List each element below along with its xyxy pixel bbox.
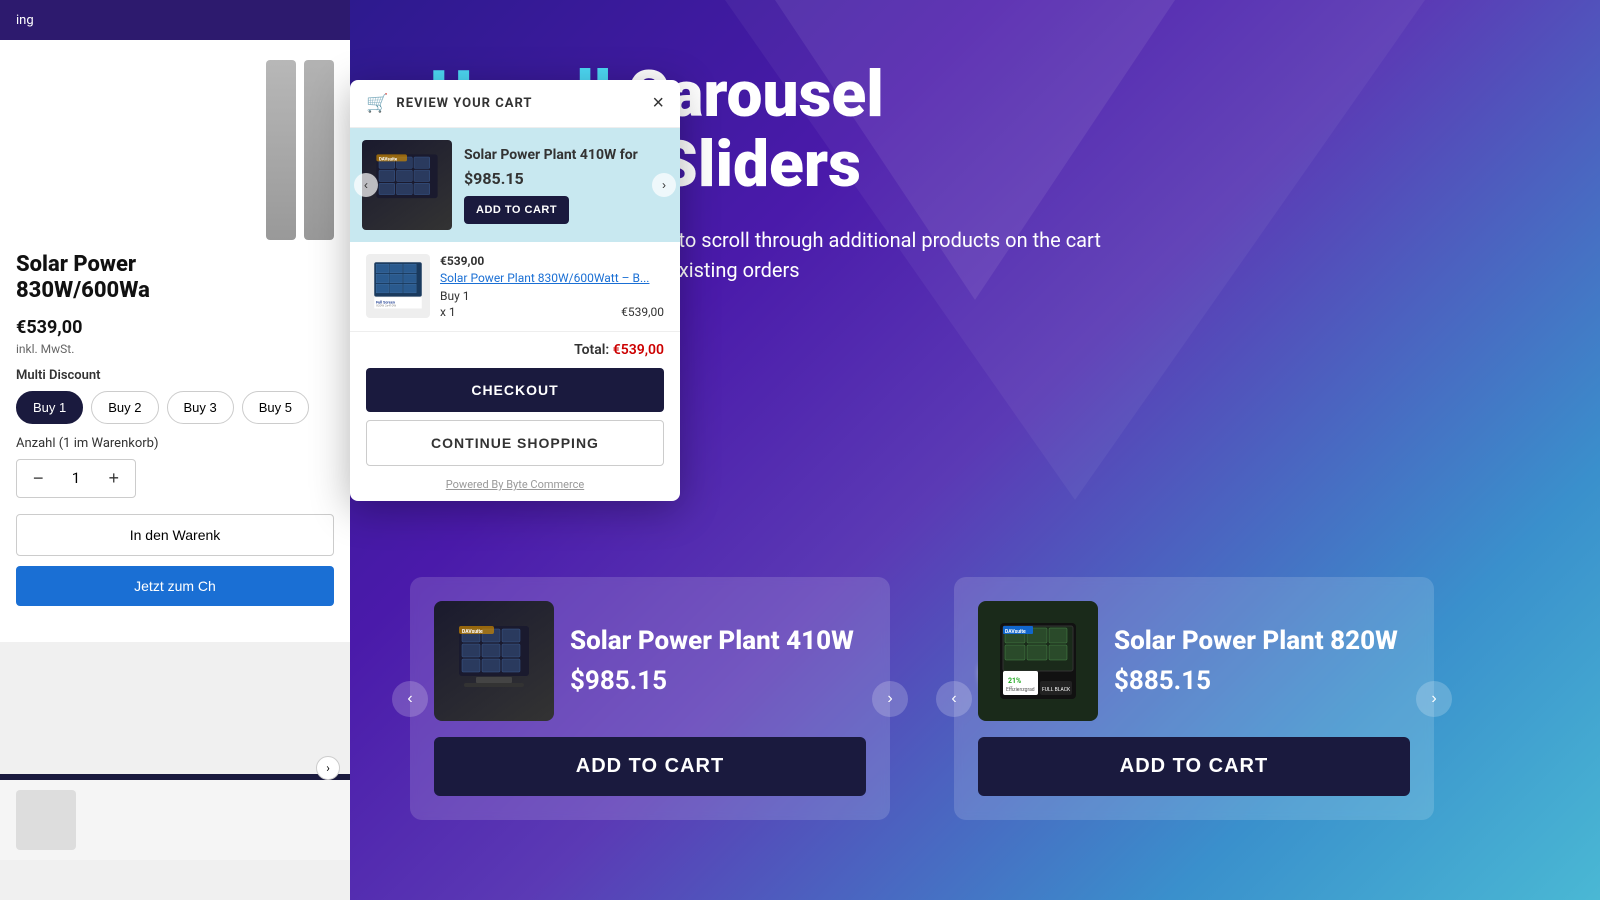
qty-decrease-btn[interactable]: − <box>33 468 44 489</box>
checkout-button[interactable]: CHECKOUT <box>366 368 664 412</box>
svg-text:820W 2x410W: 820W 2x410W <box>376 304 396 308</box>
total-amount: €539,00 <box>613 342 664 358</box>
carousel-2-info: Solar Power Plant 820W $885.15 <box>1114 626 1410 695</box>
carousel-2-name: Solar Power Plant 820W <box>1114 626 1410 657</box>
modal-solar-svg: DAVsuite <box>372 150 442 220</box>
cart-item-svg: Full Screen 820W 2x410W <box>373 261 423 311</box>
cart-item-qty: x 1 <box>440 305 456 319</box>
cart-item-row: Full Screen 820W 2x410W €539,00 Solar Po… <box>350 242 680 332</box>
carousel-2-price: $885.15 <box>1114 666 1410 696</box>
cart-item-qty-price: x 1 €539,00 <box>440 305 664 319</box>
carousel-1-price: $985.15 <box>570 666 866 696</box>
svg-text:Effizienzgrad: Effizienzgrad <box>1006 686 1035 693</box>
solar-panel-2-svg: DAVsuite 21% Effizienzgrad FULL BLACK <box>998 621 1078 701</box>
chevron-right-icon: › <box>326 761 330 775</box>
carousel-card-2: ‹ <box>954 577 1434 820</box>
cart-header-left: 🛒 REVIEW YOUR CART <box>366 93 532 114</box>
product-inkl: inkl. MwSt. <box>16 342 334 356</box>
carousel-1-inner: DAVsuite Solar Power Plant 410W $985.15 <box>434 601 866 721</box>
buy-2-button[interactable]: Buy 2 <box>91 391 158 424</box>
carousel-1-next-btn[interactable]: › <box>872 681 908 717</box>
top-bar-text: ing <box>16 13 34 28</box>
modal-upsell-add-btn[interactable]: ADD TO CART <box>464 196 569 224</box>
cart-item-name[interactable]: Solar Power Plant 830W/600Watt – B... <box>440 271 664 285</box>
multi-discount-label: Multi Discount <box>16 368 334 383</box>
modal-upsell-name: Solar Power Plant 410W for <box>464 147 668 163</box>
cart-modal: 🛒 REVIEW YOUR CART × ‹ DAVsuite <box>350 80 680 501</box>
buy-1-button[interactable]: Buy 1 <box>16 391 83 424</box>
carousel-section: ‹ <box>410 577 1600 820</box>
cart-item-img: Full Screen 820W 2x410W <box>366 254 430 318</box>
carousel-1-info: Solar Power Plant 410W $985.15 <box>570 626 866 695</box>
chevron-left-icon: ‹ <box>407 690 412 708</box>
product-area: Solar Power830W/600Wa €539,00 inkl. MwSt… <box>0 40 350 642</box>
modal-upsell-price: $985.15 <box>464 169 668 188</box>
cart-item-buy: Buy 1 <box>440 289 664 303</box>
add-to-cart-button[interactable]: In den Warenk <box>16 514 334 556</box>
svg-text:DAVsuite: DAVsuite <box>462 629 483 635</box>
svg-text:FULL BLACK: FULL BLACK <box>1042 687 1071 693</box>
powered-by-text: Powered By Byte Commerce <box>350 474 680 501</box>
cart-item-info: €539,00 Solar Power Plant 830W/600Watt –… <box>440 254 664 319</box>
product-price: €539,00 <box>16 317 334 338</box>
carousel-1-add-btn[interactable]: ADD TO CART <box>434 737 866 796</box>
modal-upsell-prev-btn[interactable]: ‹ <box>354 173 378 197</box>
carousel-1-product-img: DAVsuite <box>434 601 554 721</box>
continue-shopping-button[interactable]: CONTINUE SHOPPING <box>366 420 664 466</box>
modal-upsell-section: ‹ DAVsuite Solar Power Plant 410W for $9… <box>350 128 680 242</box>
chevron-left-icon-2: ‹ <box>951 690 956 708</box>
carousel-2-prev-btn[interactable]: ‹ <box>936 681 972 717</box>
product-img-placeholder <box>304 60 334 240</box>
svg-text:21%: 21% <box>1008 677 1021 685</box>
chevron-right-icon-3: › <box>1431 690 1436 708</box>
carousel-1-prev-btn[interactable]: ‹ <box>392 681 428 717</box>
buy-now-button[interactable]: Jetzt zum Ch <box>16 566 334 606</box>
cart-close-btn[interactable]: × <box>652 92 664 115</box>
total-label: Total: <box>574 342 609 358</box>
qty-increase-btn[interactable]: + <box>108 468 119 489</box>
buy-buttons-group: Buy 1 Buy 2 Buy 3 Buy 5 <box>16 391 334 424</box>
anzahl-label: Anzahl (1 im Warenkorb) <box>16 436 334 451</box>
left-product-panel: ing Solar Power830W/600Wa €539,00 inkl. … <box>0 0 350 900</box>
carousel-card-1: ‹ <box>410 577 890 820</box>
cart-modal-header: 🛒 REVIEW YOUR CART × <box>350 80 680 128</box>
top-bar: ing <box>0 0 350 40</box>
carousel-2-inner: DAVsuite 21% Effizienzgrad FULL BLACK So… <box>978 601 1410 721</box>
buy-3-button[interactable]: Buy 3 <box>167 391 234 424</box>
product-title: Solar Power830W/600Wa <box>16 252 334 305</box>
carousel-2-product-img: DAVsuite 21% Effizienzgrad FULL BLACK <box>978 601 1098 721</box>
cart-modal-title: REVIEW YOUR CART <box>396 96 532 111</box>
carousel-1-name: Solar Power Plant 410W <box>570 626 866 657</box>
product-image-area <box>16 60 334 240</box>
cart-item-price: €539,00 <box>621 305 664 319</box>
cart-total: Total: €539,00 <box>350 332 680 368</box>
modal-upsell-info: Solar Power Plant 410W for $985.15 ADD T… <box>464 147 668 224</box>
cart-icon: 🛒 <box>366 93 388 114</box>
svg-text:DAVsuite: DAVsuite <box>1005 629 1026 635</box>
modal-upsell-next-btn[interactable]: › <box>652 173 676 197</box>
carousel-2-add-btn[interactable]: ADD TO CART <box>978 737 1410 796</box>
product-thumbnail-row <box>0 780 350 860</box>
thumbnail-1 <box>16 790 76 850</box>
buy-5-button[interactable]: Buy 5 <box>242 391 309 424</box>
svg-text:DAVsuite: DAVsuite <box>379 158 398 163</box>
product-accessory-img <box>266 60 296 240</box>
solar-panel-1-svg: DAVsuite <box>454 621 534 701</box>
carousel-2-next-btn[interactable]: › <box>1416 681 1452 717</box>
cart-item-price-header: €539,00 <box>440 254 664 268</box>
quantity-control: − 1 + <box>16 459 136 498</box>
chevron-right-icon-2: › <box>887 690 892 708</box>
product-nav-btn[interactable]: › <box>316 756 340 780</box>
qty-value: 1 <box>72 469 80 487</box>
